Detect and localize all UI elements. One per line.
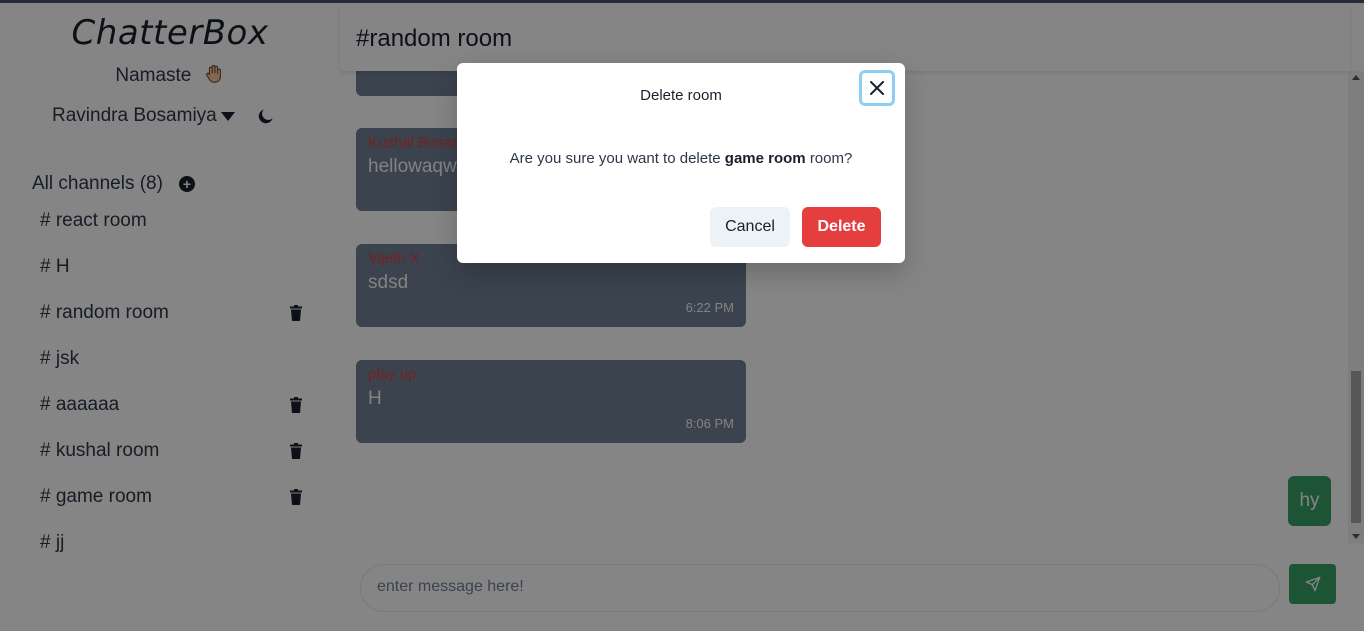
delete-button[interactable]: Delete [802, 207, 881, 247]
dialog-message-prefix: Are you sure you want to delete [509, 150, 721, 167]
dialog-room-name: game room [724, 150, 806, 167]
cancel-button[interactable]: Cancel [710, 207, 790, 247]
dialog-title: Delete room [640, 87, 722, 104]
dialog-message: Are you sure you want to delete game roo… [457, 150, 905, 167]
close-button[interactable] [859, 70, 895, 106]
close-icon [870, 81, 884, 95]
dialog-message-suffix: room? [809, 150, 853, 167]
delete-room-dialog: Delete room Are you sure you want to del… [457, 63, 905, 263]
